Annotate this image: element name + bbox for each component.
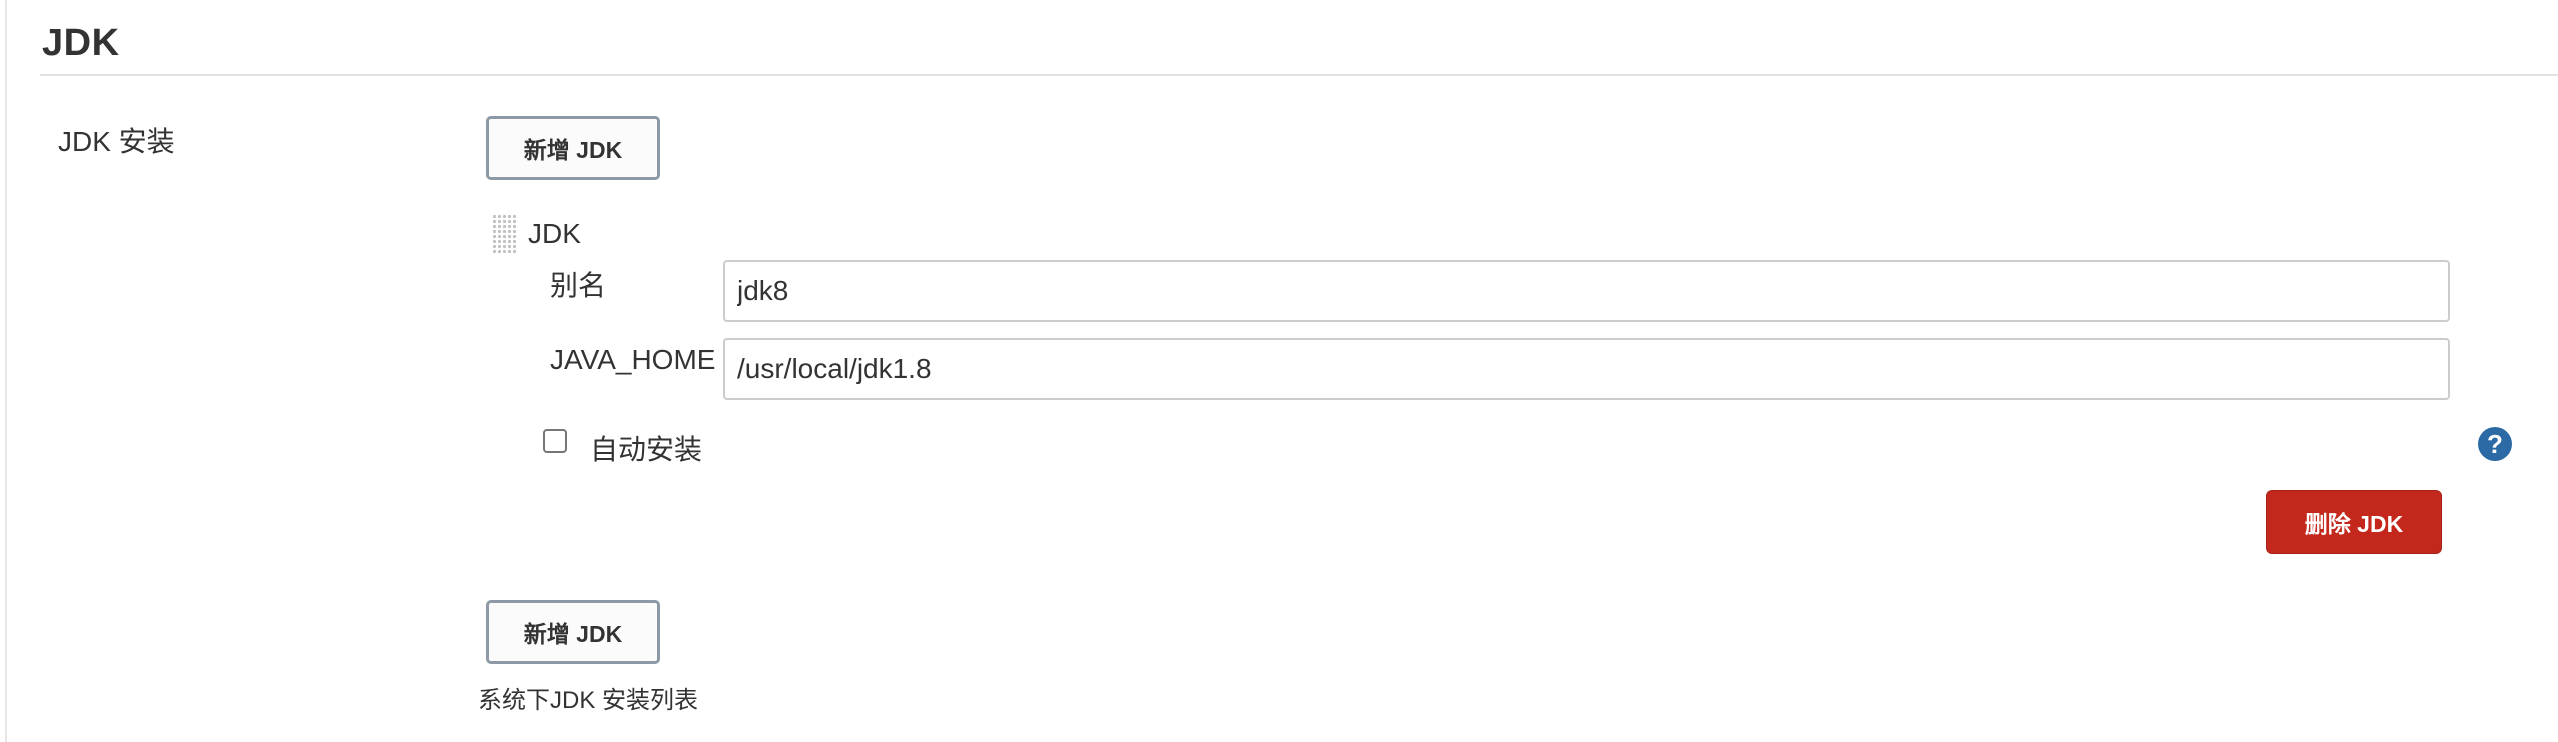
auto-install-checkbox[interactable] [543, 429, 567, 453]
java-home-input[interactable] [723, 338, 2450, 400]
add-jdk-button-top[interactable]: 新增 JDK [486, 116, 660, 180]
delete-jdk-button[interactable]: 删除 JDK [2266, 490, 2442, 554]
auto-install-label: 自动安装 [590, 434, 703, 465]
page-left-border [5, 0, 7, 742]
drag-handle-icon[interactable] [492, 214, 516, 254]
jdk-name-input[interactable] [723, 260, 2450, 322]
help-icon[interactable]: ? [2478, 427, 2512, 461]
jdk-item-header: JDK [528, 218, 581, 249]
section-header: JDK [40, 14, 2558, 76]
add-jdk-button-bottom[interactable]: 新增 JDK [486, 600, 660, 664]
java-home-label: JAVA_HOME [550, 344, 716, 375]
jdk-installations-description: 系统下JDK 安装列表 [478, 687, 699, 714]
section-title: JDK [42, 22, 120, 64]
jdk-installations-label: JDK 安装 [58, 126, 175, 157]
jdk-name-label: 别名 [550, 270, 607, 301]
